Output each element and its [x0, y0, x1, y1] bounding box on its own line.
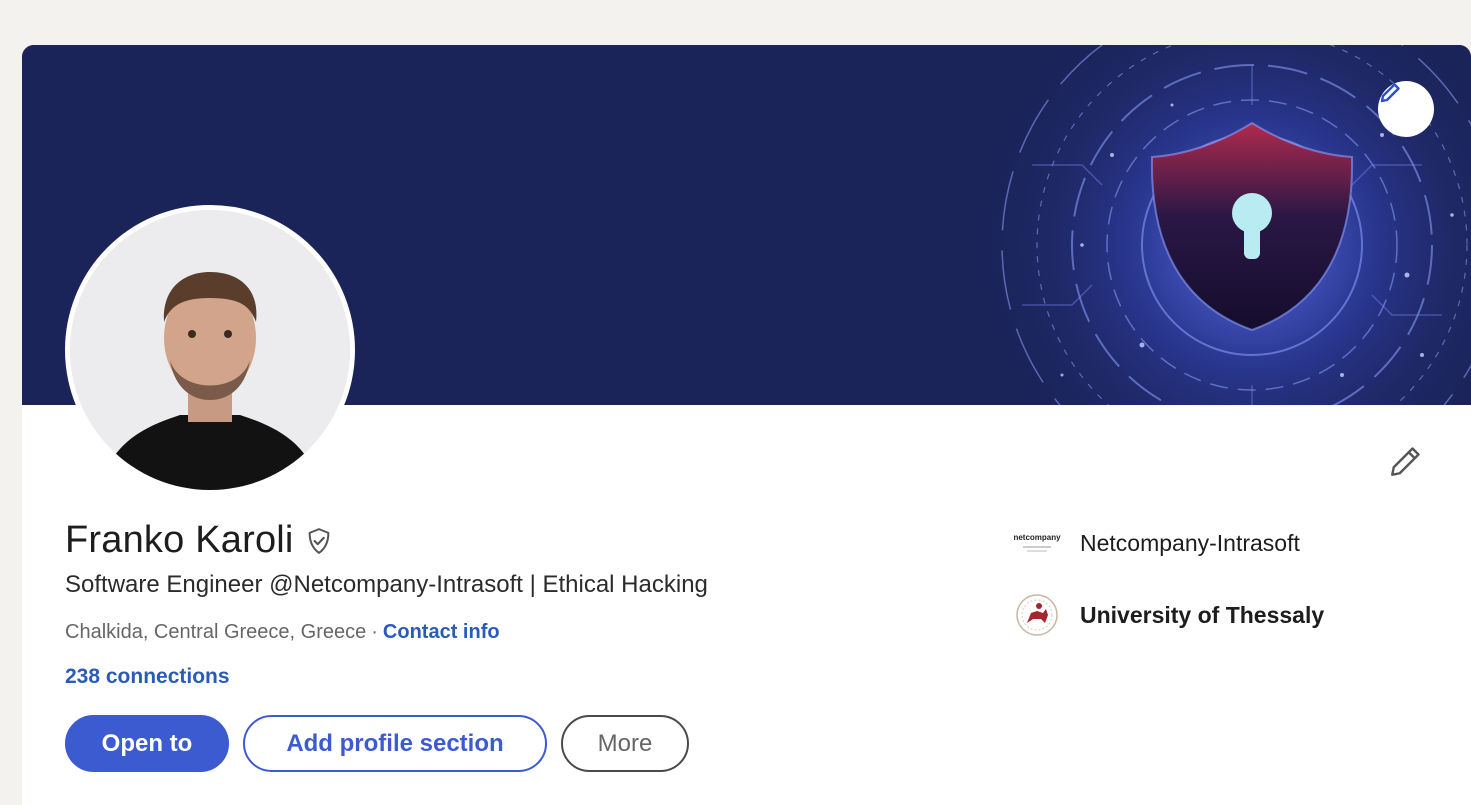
contact-info-link[interactable]: Contact info [383, 621, 500, 644]
profile-actions: Open to Add profile section More [65, 715, 689, 772]
profile-name: Franko Karoli [65, 519, 294, 561]
org-item-university-of-thessaly[interactable]: University of Thessaly [1008, 593, 1324, 637]
profile-headline: Software Engineer @Netcompany-Intrasoft … [65, 571, 708, 598]
org-name-netcompany: Netcompany-Intrasoft [1080, 529, 1300, 556]
profile-card: Franko Karoli Software Engineer @Netcomp… [22, 45, 1471, 805]
shield-check-icon[interactable] [304, 526, 334, 556]
netcompany-logo: netcompany [1008, 521, 1066, 565]
profile-location: Chalkida, Central Greece, Greece [65, 621, 367, 643]
pencil-icon [1380, 83, 1400, 103]
location-row: Chalkida, Central Greece, Greece · Conta… [65, 621, 500, 644]
profile-photo-image [70, 210, 350, 490]
profile-photo[interactable] [65, 205, 355, 495]
open-to-button[interactable]: Open to [65, 715, 229, 772]
edit-banner-button[interactable] [1378, 81, 1434, 137]
org-name-university-of-thessaly: University of Thessaly [1080, 601, 1325, 628]
separator-dot: · [371, 621, 378, 643]
connections-link[interactable]: 238 connections [65, 665, 230, 689]
edit-intro-button[interactable] [1380, 437, 1430, 487]
more-button[interactable]: More [561, 715, 689, 772]
netcompany-logo-text: netcompany [1013, 533, 1061, 542]
organizations-list: netcompany Netcompany-Intrasoft Universi… [1008, 521, 1324, 665]
pencil-icon [1391, 447, 1420, 476]
add-profile-section-button[interactable]: Add profile section [243, 715, 547, 772]
university-seal-logo [1008, 593, 1066, 637]
org-item-netcompany[interactable]: netcompany Netcompany-Intrasoft [1008, 521, 1324, 565]
name-row: Franko Karoli [65, 519, 334, 562]
